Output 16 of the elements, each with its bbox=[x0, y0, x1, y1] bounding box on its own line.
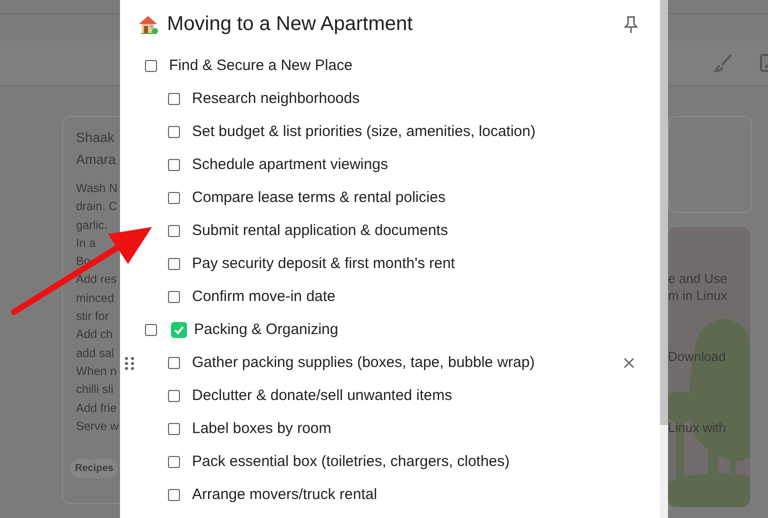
card-text: Download bbox=[668, 349, 727, 364]
card-title: Shaak bbox=[76, 129, 114, 147]
card-text: stir for bbox=[76, 308, 109, 326]
card-text: Add ch bbox=[76, 326, 113, 344]
card-text: In a bbox=[76, 234, 96, 252]
card-text: garlic. bbox=[76, 216, 108, 234]
card-text: minced bbox=[76, 290, 114, 307]
card-text: Add res bbox=[76, 271, 117, 288]
card-text: Add frie bbox=[76, 400, 117, 417]
card-text: Wash N bbox=[76, 180, 118, 197]
card-text: drain. C bbox=[76, 198, 118, 216]
card-title: Amara bbox=[76, 151, 116, 169]
card-text: chilli sli bbox=[76, 381, 114, 398]
card-text: Serve w bbox=[76, 418, 119, 435]
card-text: When n bbox=[76, 362, 117, 380]
card-text: add sal bbox=[76, 344, 114, 362]
